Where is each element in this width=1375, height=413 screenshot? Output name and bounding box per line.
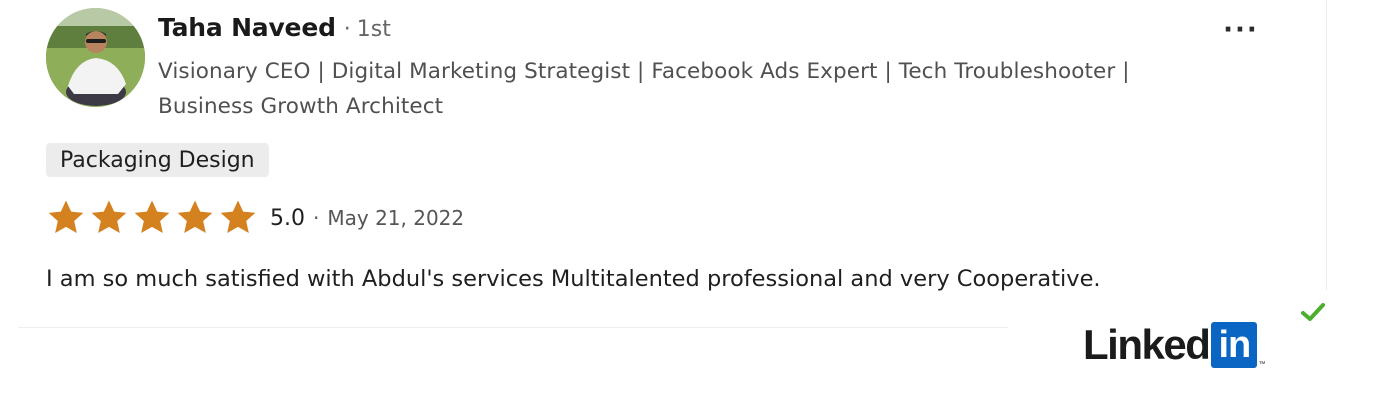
- reviewer-headline: Visionary CEO | Digital Marketing Strate…: [158, 59, 1130, 119]
- star-icon: [177, 200, 213, 233]
- linkedin-logo: Linked in ™: [1083, 322, 1265, 368]
- star-icon: [134, 200, 170, 233]
- reviewer-name[interactable]: Taha Naveed: [158, 13, 336, 42]
- connection-degree: 1st: [356, 17, 391, 42]
- review-date: May 21, 2022: [327, 206, 465, 230]
- reviewer-header: Taha Naveed · 1st: [158, 13, 391, 42]
- more-options-icon: ···: [1223, 15, 1259, 45]
- logo-trademark: ™: [1258, 361, 1266, 368]
- star-rating: [46, 198, 261, 238]
- logo-wordmark: Linked: [1083, 321, 1211, 368]
- vertical-divider: [1326, 0, 1327, 290]
- star-icon: [91, 200, 127, 233]
- logo-in-box: in: [1211, 322, 1258, 368]
- rating-separator: ·: [313, 206, 320, 230]
- avatar[interactable]: [46, 8, 145, 107]
- checkmark-icon: [1301, 303, 1325, 321]
- review-text: I am so much satisfied with Abdul's serv…: [46, 266, 1101, 292]
- star-icon: [48, 200, 84, 233]
- rating-row: 5.0 · May 21, 2022: [46, 198, 464, 238]
- star-icon: [220, 200, 256, 233]
- name-separator: ·: [343, 17, 351, 42]
- more-options-button[interactable]: ···: [1221, 17, 1261, 48]
- service-tag: Packaging Design: [46, 143, 269, 177]
- avatar-photo: [46, 8, 145, 107]
- rating-value: 5.0: [270, 205, 305, 231]
- horizontal-divider: [18, 327, 1008, 328]
